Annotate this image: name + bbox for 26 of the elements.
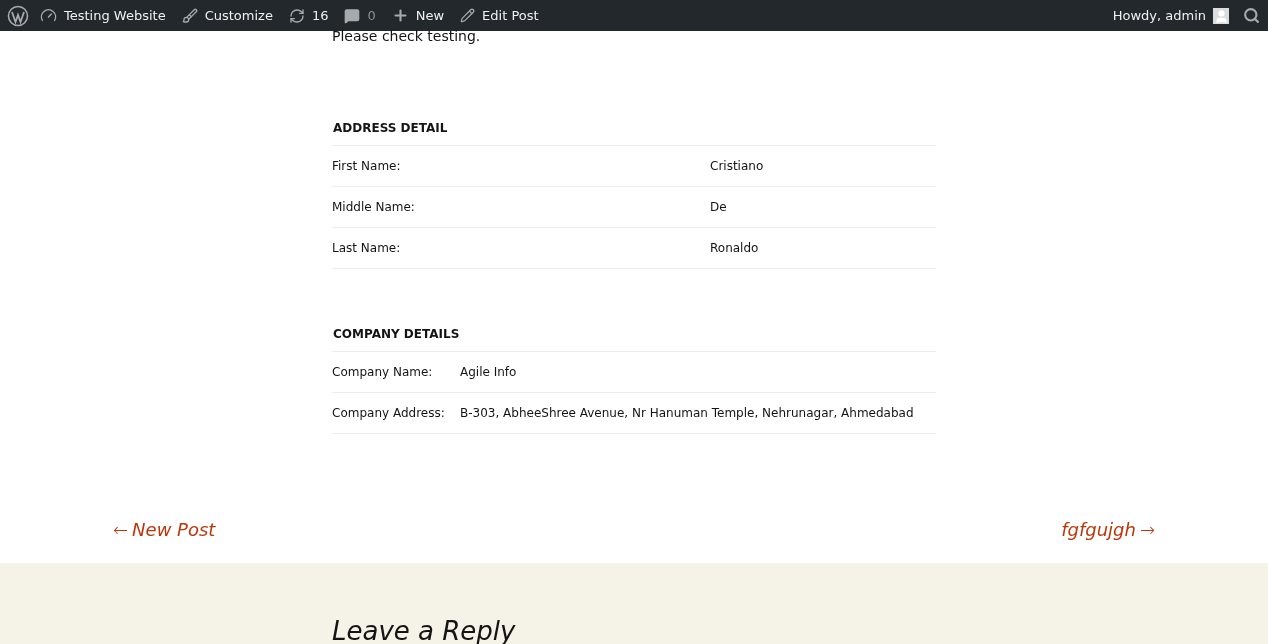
gauge-icon	[40, 7, 57, 24]
previous-post-link[interactable]: ← New Post	[113, 516, 216, 543]
wordpress-logo-icon[interactable]	[7, 4, 29, 27]
field-value: B-303, AbheeShree Avenue, Nr Hanuman Temple, Nehrunagar, Ahmedabad	[460, 405, 914, 422]
section-heading: COMPANY DETAILS	[332, 326, 460, 343]
field-value: De	[710, 199, 727, 216]
section-heading: ADDRESS DETAIL	[332, 120, 448, 137]
field-label: Company Address:	[332, 406, 445, 420]
account-link[interactable]: Howdy, admin	[1112, 5, 1229, 26]
avatar-icon	[1213, 7, 1229, 24]
field-label: Last Name:	[332, 241, 401, 255]
site-link[interactable]: Testing Website	[32, 0, 174, 31]
customize-link[interactable]: Customize	[173, 0, 281, 31]
next-post-link[interactable]: fgfgujgh →	[1061, 516, 1155, 543]
brush-icon	[181, 7, 198, 24]
field-value: Cristiano	[710, 158, 764, 175]
field-value: Agile Info	[460, 364, 517, 381]
refresh-icon	[288, 7, 305, 24]
comment-icon	[344, 7, 361, 24]
field-label: Middle Name:	[332, 200, 415, 214]
field-label: Company Name:	[332, 365, 433, 379]
field-label: First Name:	[332, 159, 401, 173]
pencil-icon	[460, 8, 476, 23]
search-icon[interactable]	[1243, 7, 1260, 24]
plus-icon	[391, 7, 409, 24]
field-value: Ronaldo	[710, 240, 759, 257]
